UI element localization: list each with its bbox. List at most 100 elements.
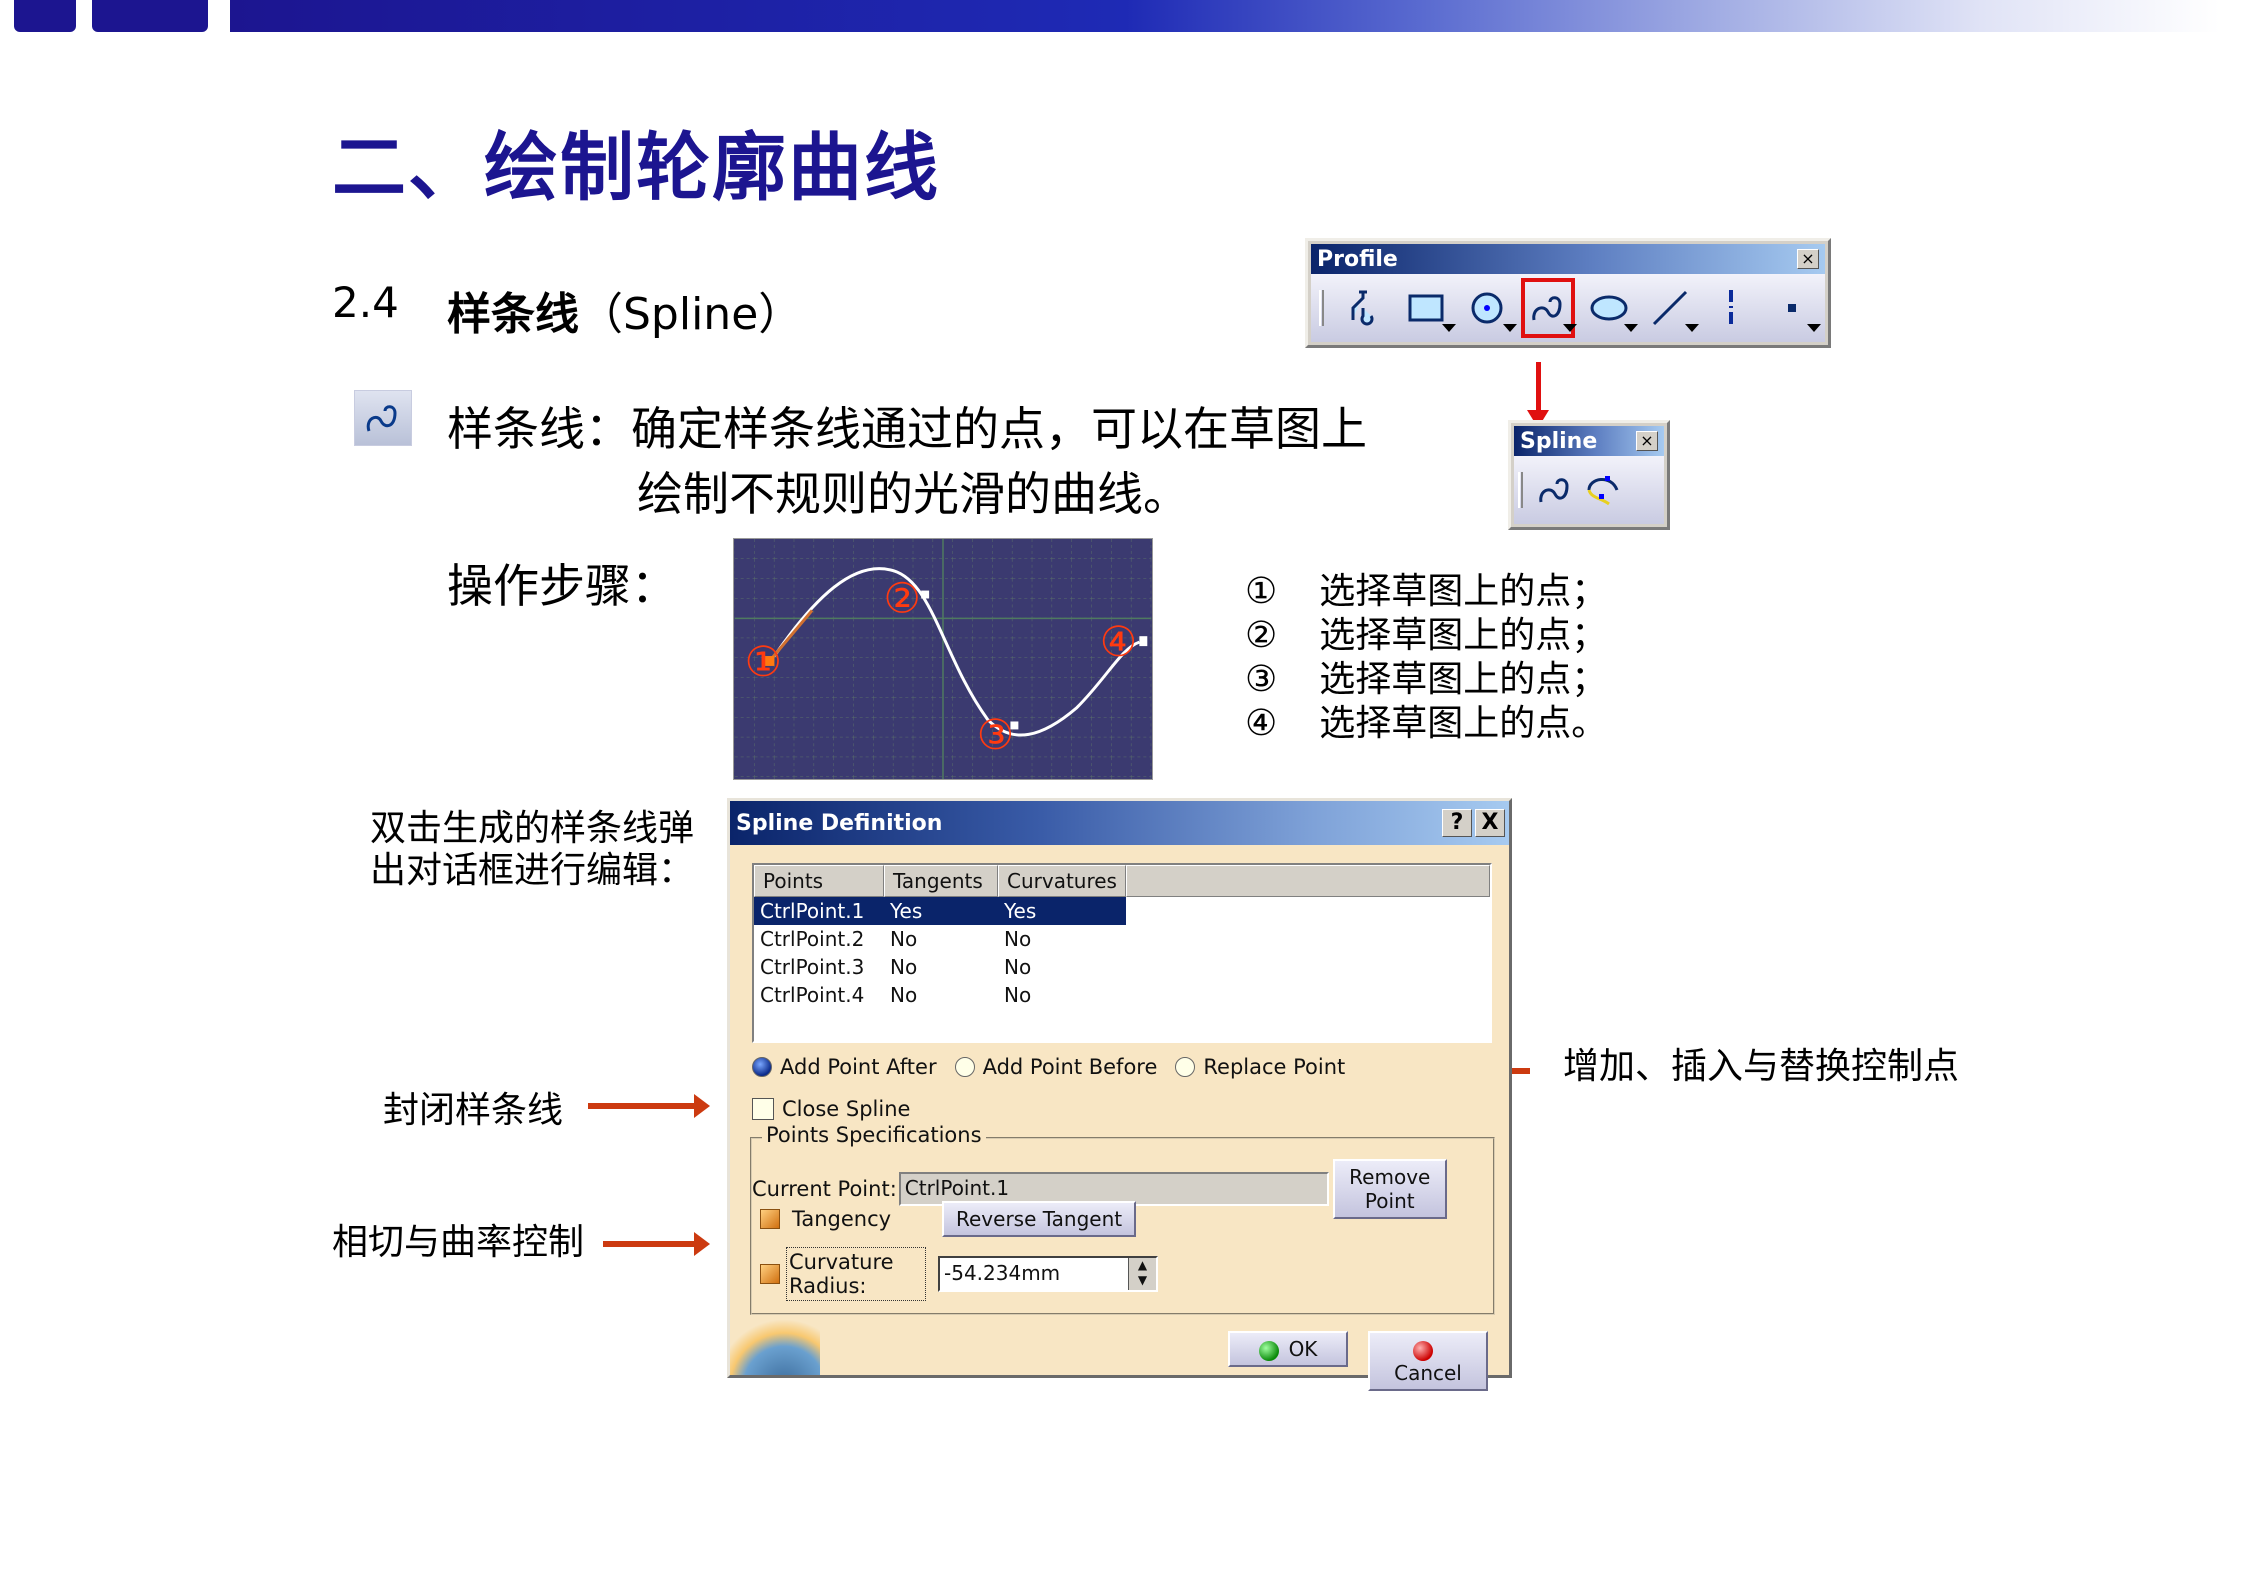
close-icon[interactable]: ×	[1636, 431, 1658, 451]
description-line-1: 样条线：确定样条线通过的点，可以在草图上	[447, 402, 1367, 456]
line-icon[interactable]	[1644, 280, 1700, 336]
connect-icon[interactable]	[1581, 462, 1625, 518]
chevron-down-icon[interactable]	[1806, 324, 1821, 332]
canvas-marker-2: ②	[883, 573, 920, 622]
spin-down-icon[interactable]: ▼	[1129, 1273, 1156, 1288]
column-header-points[interactable]: Points	[754, 865, 884, 897]
tangency-row: Tangency Reverse Tangent	[760, 1201, 1137, 1237]
help-button[interactable]: ?	[1442, 809, 1472, 837]
control-point-2[interactable]	[921, 590, 930, 599]
dialog-title: Spline Definition	[736, 810, 943, 836]
cell-tangent: Yes	[890, 899, 923, 923]
points-specifications-group: Points Specifications Current Point: Ctr…	[750, 1123, 1495, 1315]
dialog-note: 双击生成的样条线弹 出对话框进行编辑：	[370, 808, 694, 892]
step-item: ① 选择草图上的点；	[1245, 570, 1607, 614]
spinner[interactable]: ▲ ▼	[1128, 1258, 1156, 1290]
ok-icon	[1258, 1340, 1279, 1361]
radio-replace-point[interactable]: Replace Point	[1175, 1055, 1345, 1079]
spline-toolbar-title: Spline	[1520, 428, 1598, 454]
spline-tool-selected[interactable]	[1520, 278, 1578, 338]
tangency-checkbox[interactable]	[760, 1209, 780, 1229]
spline-icon[interactable]	[1533, 462, 1577, 518]
curvature-value: -54.234mm	[944, 1261, 1061, 1285]
cell-tangent: No	[890, 983, 918, 1007]
remove-point-button[interactable]: Remove Point	[1332, 1159, 1447, 1219]
cancel-icon	[1413, 1340, 1433, 1361]
control-point-4[interactable]	[1139, 636, 1148, 647]
axis-icon[interactable]	[1705, 280, 1756, 336]
circle-icon[interactable]	[1462, 280, 1517, 336]
step-item: ④ 选择草图上的点。	[1245, 702, 1607, 746]
cancel-button[interactable]: Cancel	[1368, 1331, 1488, 1391]
curvature-radius-input[interactable]: -54.234mm ▲ ▼	[938, 1256, 1158, 1292]
spline-icon	[354, 390, 412, 446]
canvas-marker-4: ④	[1100, 617, 1137, 666]
reverse-tangent-button[interactable]: Reverse Tangent	[942, 1201, 1137, 1237]
annotation-control-points: 增加、插入与替换控制点	[1563, 1046, 1960, 1087]
points-table[interactable]: Points Tangents Curvatures CtrlPoint.1 Ye…	[752, 863, 1492, 1043]
cancel-label: Cancel	[1394, 1361, 1462, 1385]
spline-toolbar: Spline ×	[1508, 420, 1670, 530]
table-row[interactable]: CtrlPoint.3 No No	[754, 953, 1490, 981]
chevron-down-icon[interactable]	[1563, 324, 1578, 332]
profile-toolbar-titlebar: Profile ×	[1311, 244, 1825, 274]
cell-curvature: Yes	[1004, 899, 1037, 923]
close-icon[interactable]: ×	[1797, 249, 1819, 269]
section-title: 样条线（Spline）	[447, 278, 802, 342]
step-marker: ③	[1245, 659, 1278, 700]
close-spline-checkbox[interactable]: Close Spline	[752, 1097, 910, 1121]
sketch-canvas[interactable]: ① ② ③ ④	[733, 538, 1153, 780]
column-header-curvatures[interactable]: Curvatures	[998, 865, 1126, 897]
spline-definition-dialog: Spline Definition ? X Points Tangents Cu…	[727, 798, 1512, 1391]
radio-icon[interactable]	[1175, 1057, 1196, 1077]
chevron-down-icon[interactable]	[1685, 324, 1700, 332]
slide-title: 二、绘制轮廓曲线	[332, 125, 940, 211]
curvature-label: Curvature Radius:	[786, 1247, 926, 1301]
ellipse-icon[interactable]	[1583, 280, 1639, 336]
curvature-checkbox[interactable]	[760, 1264, 780, 1284]
group-label: Points Specifications	[762, 1123, 986, 1147]
rectangle-icon[interactable]	[1401, 280, 1456, 336]
step-marker: ①	[1245, 571, 1278, 612]
cell-tangent: No	[890, 955, 918, 979]
catia-logo-icon	[730, 1315, 820, 1375]
steps-list: ① 选择草图上的点； ② 选择草图上的点； ③ 选择草图上的点； ④ 选择草图上的点。	[1245, 570, 1607, 746]
chevron-down-icon[interactable]	[1624, 324, 1639, 332]
toolbar-grip[interactable]	[1319, 290, 1324, 326]
table-row[interactable]: CtrlPoint.1 Yes Yes	[754, 897, 1126, 925]
chevron-down-icon[interactable]	[1441, 324, 1456, 332]
dialog-titlebar[interactable]: Spline Definition ? X	[730, 801, 1509, 845]
point-icon[interactable]	[1766, 280, 1821, 336]
canvas-marker-1: ①	[745, 637, 782, 686]
arrow-right-icon	[588, 1094, 710, 1118]
chevron-down-icon[interactable]	[1502, 324, 1517, 332]
close-button[interactable]: X	[1475, 809, 1505, 837]
cell-point: CtrlPoint.1	[760, 899, 865, 923]
canvas-marker-3: ③	[977, 710, 1014, 759]
table-row[interactable]: CtrlPoint.4 No No	[754, 981, 1490, 1009]
step-text: 选择草图上的点。	[1319, 703, 1608, 744]
header-block-1	[14, 0, 76, 32]
step-text: 选择草图上的点；	[1319, 659, 1608, 700]
radio-selected-icon[interactable]	[752, 1057, 772, 1077]
toolbar-grip[interactable]	[1518, 472, 1523, 508]
checkbox-icon[interactable]	[752, 1098, 774, 1120]
profile-toolbar: Profile ×	[1305, 238, 1831, 348]
profile-icon[interactable]	[1340, 280, 1391, 336]
radio-label: Replace Point	[1203, 1055, 1346, 1079]
table-row[interactable]: CtrlPoint.2 No No	[754, 925, 1490, 953]
radio-icon[interactable]	[954, 1057, 975, 1077]
spline-toolbar-titlebar: Spline ×	[1514, 426, 1664, 456]
cell-curvature: No	[1004, 983, 1032, 1007]
section-number: 2.4	[332, 278, 399, 327]
step-marker: ④	[1245, 703, 1278, 744]
spin-up-icon[interactable]: ▲	[1129, 1258, 1156, 1273]
step-item: ③ 选择草图上的点；	[1245, 658, 1607, 702]
cell-point: CtrlPoint.3	[760, 955, 865, 979]
radio-add-point-before[interactable]: Add Point Before	[954, 1055, 1157, 1079]
annotation-close-spline: 封闭样条线	[383, 1090, 564, 1131]
ok-button[interactable]: OK	[1228, 1331, 1348, 1367]
radio-add-point-after[interactable]: Add Point After	[752, 1055, 937, 1079]
column-header-tangents[interactable]: Tangents	[884, 865, 998, 897]
section-title-cn: 样条线	[447, 289, 579, 340]
